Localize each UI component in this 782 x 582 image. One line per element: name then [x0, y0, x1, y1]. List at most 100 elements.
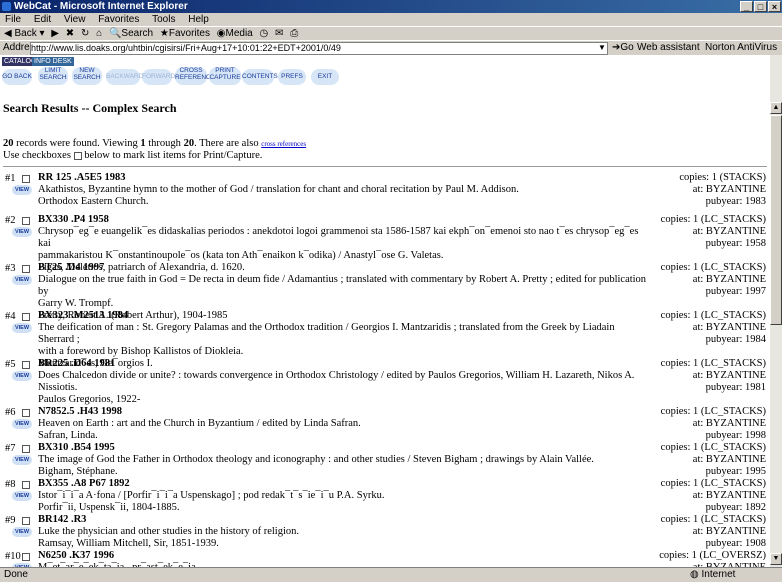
- minimize-button[interactable]: _: [740, 1, 753, 12]
- copies: copies: 1 (LC_STACKS): [660, 406, 766, 417]
- menu-favorites[interactable]: Favorites: [98, 14, 139, 25]
- record-line: Ramsay, William Mitchell, Sir, 1851-1939…: [38, 538, 219, 549]
- record-number: #4: [5, 311, 16, 322]
- record-checkbox[interactable]: [22, 361, 30, 369]
- favorites-button[interactable]: ★Favorites: [160, 27, 210, 41]
- cross-reference-button[interactable]: CROSS REFERENCE: [175, 67, 215, 85]
- maximize-button[interactable]: □: [754, 1, 767, 12]
- media-button[interactable]: ◉Media: [217, 27, 253, 41]
- copies: copies: 1 (LC_STACKS): [660, 514, 766, 525]
- record-line: Safran, Linda.: [38, 430, 98, 441]
- backward-button[interactable]: BACKWARD: [106, 69, 143, 85]
- view-button[interactable]: VIEW: [12, 455, 32, 465]
- menu-view[interactable]: View: [64, 14, 86, 25]
- close-button[interactable]: ×: [768, 1, 781, 12]
- infodesk-tab[interactable]: INFO DESK: [32, 57, 74, 66]
- record-number: #8: [5, 479, 16, 490]
- location: at: BYZANTINE: [692, 418, 766, 429]
- copies: copies: 1 (LC_STACKS): [660, 442, 766, 453]
- refresh-icon[interactable]: ↻: [81, 27, 89, 41]
- scroll-down-icon[interactable]: ▼: [770, 553, 782, 565]
- forward-nav-button[interactable]: FORWARD: [142, 69, 175, 85]
- record-checkbox[interactable]: [22, 313, 30, 321]
- record-line: The deification of man : St. Gregory Pal…: [38, 322, 615, 345]
- menu-edit[interactable]: Edit: [34, 14, 51, 25]
- location: at: BYZANTINE: [692, 370, 766, 381]
- history-icon[interactable]: ◷: [260, 27, 269, 41]
- location: at: BYZANTINE: [692, 454, 766, 465]
- new-search-button[interactable]: NEW SEARCH: [72, 67, 102, 85]
- call-number: BX323 .M2513 1984: [38, 310, 129, 321]
- limit-search-button[interactable]: LIMIT SEARCH: [38, 67, 68, 85]
- record-checkbox[interactable]: [22, 481, 30, 489]
- toolbar: ◀ Back ▾ ▶ ✖ ↻ ⌂ 🔍Search ★Favorites ◉Med…: [0, 26, 782, 41]
- record-line: Istor¯i¯i¯a A·fona / [Porfir¯i¯i¯a Uspen…: [38, 490, 385, 501]
- call-number: BX355 .A8 P67 1892: [38, 478, 130, 489]
- record-number: #9: [5, 515, 16, 526]
- record-number: #7: [5, 443, 16, 454]
- record-checkbox[interactable]: [22, 445, 30, 453]
- record-line: Chrysop¯eg¯e euangelik¯es didaskalias pe…: [38, 226, 639, 249]
- back-button[interactable]: ◀ Back ▾: [4, 27, 45, 41]
- menu-tools[interactable]: Tools: [152, 14, 175, 25]
- stop-icon[interactable]: ✖: [66, 27, 74, 41]
- forward-button[interactable]: ▶: [51, 27, 59, 41]
- call-number: N7852.5 .H43 1998: [38, 406, 122, 417]
- address-input[interactable]: http://www.lis.doaks.org/uhtbin/cgisirsi…: [30, 42, 608, 55]
- record-checkbox[interactable]: [22, 553, 30, 561]
- page-title: Search Results -- Complex Search: [3, 101, 177, 115]
- view-button[interactable]: VIEW: [12, 419, 32, 429]
- window-title: WebCat - Microsoft Internet Explorer: [14, 1, 188, 12]
- record-checkbox[interactable]: [22, 517, 30, 525]
- web-assistant[interactable]: Web assistant: [637, 41, 700, 55]
- address-dropdown-icon[interactable]: ▼: [598, 41, 606, 55]
- search-button[interactable]: 🔍Search: [109, 27, 153, 41]
- location: at: BYZANTINE: [692, 526, 766, 537]
- mail-icon[interactable]: ✉: [275, 27, 283, 41]
- home-icon[interactable]: ⌂: [96, 27, 102, 41]
- cross-references-link[interactable]: cross references: [261, 140, 306, 148]
- record-checkbox[interactable]: [22, 217, 30, 225]
- go-back-button[interactable]: GO BACK: [2, 69, 32, 85]
- view-button[interactable]: VIEW: [12, 323, 32, 333]
- record-number: #2: [5, 215, 16, 226]
- record-checkbox[interactable]: [22, 409, 30, 417]
- call-number: BX310 .B54 1995: [38, 442, 115, 453]
- copies: copies: 1 (STACKS): [679, 172, 766, 183]
- address-url: http://www.lis.doaks.org/uhtbin/cgisirsi…: [31, 43, 341, 53]
- vertical-scrollbar[interactable]: ▲ ▼: [770, 55, 782, 567]
- print-icon[interactable]: ⎙: [290, 27, 298, 41]
- record-line: The image of God the Father in Orthodox …: [38, 454, 594, 465]
- view-button[interactable]: VIEW: [12, 227, 32, 237]
- record-count: 20: [3, 138, 14, 149]
- checkbox-sample: [73, 151, 82, 160]
- copies: copies: 1 (LC_STACKS): [660, 262, 766, 273]
- exit-button[interactable]: EXIT: [311, 69, 339, 85]
- norton-antivirus[interactable]: Norton AntiVirus: [705, 41, 777, 55]
- pubyear: pubyear: 1998: [705, 430, 766, 441]
- record-line: Does Chalcedon divide or unite? : toward…: [38, 370, 635, 381]
- menu-file[interactable]: File: [5, 14, 21, 25]
- view-button[interactable]: VIEW: [12, 371, 32, 381]
- print-capture-button[interactable]: PRINT CAPTURE: [209, 67, 241, 85]
- menu-help[interactable]: Help: [188, 14, 209, 25]
- location: at: BYZANTINE: [692, 274, 766, 285]
- copies: copies: 1 (LC_STACKS): [660, 358, 766, 369]
- record-checkbox[interactable]: [22, 175, 30, 183]
- zone-indicator: ◍ Internet: [690, 569, 736, 580]
- go-button[interactable]: ➔Go: [612, 41, 634, 55]
- call-number: BR225 .D64 1981: [38, 358, 116, 369]
- record-line: Dialogue on the true faith in God = De r…: [38, 274, 647, 297]
- view-button[interactable]: VIEW: [12, 491, 32, 501]
- record-checkbox[interactable]: [22, 265, 30, 273]
- record-number: #3: [5, 263, 16, 274]
- page-viewport: CATALOG INFO DESK GO BACK LIMIT SEARCH N…: [0, 55, 770, 567]
- view-button[interactable]: VIEW: [12, 275, 32, 285]
- scroll-up-icon[interactable]: ▲: [770, 102, 782, 114]
- contents-button[interactable]: CONTENTS: [242, 69, 278, 85]
- prefs-button[interactable]: PREFS: [278, 69, 306, 85]
- view-button[interactable]: VIEW: [12, 185, 32, 195]
- view-button[interactable]: VIEW: [12, 527, 32, 537]
- pubyear: pubyear: 1997: [705, 286, 766, 297]
- scroll-thumb[interactable]: [770, 115, 782, 325]
